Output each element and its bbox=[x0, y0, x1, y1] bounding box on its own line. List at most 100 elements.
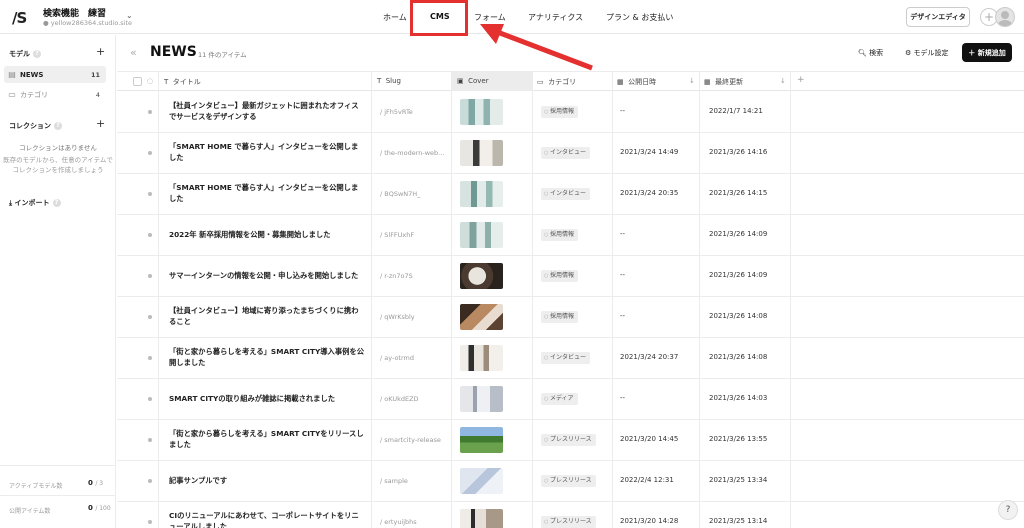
item-count: 11 件のアイテム bbox=[198, 51, 247, 59]
row-published: 2022/2/4 12:31 bbox=[620, 476, 674, 484]
category-tag: インタビュー bbox=[541, 352, 590, 364]
column-title[interactable]: T タイトル bbox=[164, 77, 201, 87]
row-title[interactable]: 「SMART HOME で暮らす人」インタビューを公開しました bbox=[169, 141, 365, 163]
cover-thumbnail[interactable] bbox=[460, 427, 503, 453]
category-tag: 採用情報 bbox=[541, 270, 578, 282]
table-row[interactable]: 2022年 新卒採用情報を公開・募集開始しました / SlFFUxhF 採用情報… bbox=[117, 215, 1024, 256]
row-slug: / SlFFUxhF bbox=[380, 231, 415, 239]
table-row[interactable]: 【社員インタビュー】地域に寄り添ったまちづくりに携わること / qWrKsbly… bbox=[117, 297, 1024, 338]
cover-thumbnail[interactable] bbox=[460, 263, 503, 289]
model-settings-button[interactable]: ⚙ モデル設定 bbox=[905, 48, 949, 58]
cover-thumbnail[interactable] bbox=[460, 386, 503, 412]
row-title[interactable]: サマーインターンの情報を公開・申し込みを開始しました bbox=[169, 270, 365, 281]
row-title[interactable]: 【社員インタビュー】地域に寄り添ったまちづくりに携わること bbox=[169, 305, 365, 327]
search-button[interactable]: 🔍︎ 検索 bbox=[858, 48, 883, 58]
add-item-button[interactable]: ＋ 新規追加 bbox=[962, 43, 1012, 62]
column-cover[interactable]: ▣ Cover bbox=[451, 72, 532, 91]
table-row[interactable]: 「街と家から暮らしを考える」SMART CITY導入事例を公開しました / ay… bbox=[117, 338, 1024, 379]
row-published: -- bbox=[620, 230, 626, 238]
column-category-label: カテゴリ bbox=[548, 78, 577, 86]
table-row[interactable]: 「街と家から暮らしを考える」SMART CITYをリリースしました / smar… bbox=[117, 420, 1024, 461]
row-slug: / oKUkdEZD bbox=[380, 395, 419, 403]
row-title[interactable]: SMART CITYの取り組みが雑誌に掲載されました bbox=[169, 393, 365, 404]
select-all-checkbox[interactable] bbox=[133, 77, 142, 86]
column-updated-label: 最終更新 bbox=[715, 78, 744, 86]
public-items-count: 0 bbox=[88, 504, 93, 512]
row-title[interactable]: 「街と家から暮らしを考える」SMART CITY導入事例を公開しました bbox=[169, 346, 365, 368]
status-dot bbox=[148, 233, 152, 237]
table-row[interactable]: 【社員インタビュー】最新ガジェットに囲まれたオフィスでサービスをデザインする /… bbox=[117, 92, 1024, 133]
chevron-down-icon[interactable]: ⌄ bbox=[126, 11, 133, 20]
help-icon[interactable]: ? bbox=[33, 50, 41, 58]
cover-thumbnail[interactable] bbox=[460, 304, 503, 330]
add-column-icon[interactable]: + bbox=[797, 75, 805, 85]
row-published: 2021/3/24 20:35 bbox=[620, 189, 679, 197]
row-title[interactable]: 記事サンプルです bbox=[169, 475, 365, 486]
text-type-icon: T bbox=[164, 78, 169, 86]
table-row[interactable]: CIのリニューアルにあわせて、コーポレートサイトをリニューアルしました / er… bbox=[117, 502, 1024, 528]
sort-down-icon[interactable]: ↓ bbox=[689, 77, 695, 85]
nav-plan[interactable]: プラン & お支払い bbox=[606, 12, 673, 23]
add-model-button[interactable]: + bbox=[96, 45, 105, 58]
sort-down-icon[interactable]: ↓ bbox=[780, 77, 786, 85]
avatar[interactable] bbox=[995, 7, 1015, 27]
cover-thumbnail[interactable] bbox=[460, 222, 503, 248]
add-collection-button[interactable]: + bbox=[96, 117, 105, 130]
row-title[interactable]: 「街と家から暮らしを考える」SMART CITYをリリースしました bbox=[169, 428, 365, 450]
nav-home[interactable]: ホーム bbox=[383, 12, 407, 23]
row-title[interactable]: 2022年 新卒採用情報を公開・募集開始しました bbox=[169, 229, 365, 240]
row-updated: 2021/3/26 14:08 bbox=[709, 312, 768, 320]
image-type-icon: ▣ bbox=[457, 77, 464, 85]
column-published[interactable]: ▦ 公開日時 bbox=[617, 77, 656, 87]
calendar-icon: ▦ bbox=[704, 78, 711, 86]
row-slug: / qWrKsbly bbox=[380, 313, 415, 321]
table-row[interactable]: 記事サンプルです / sample プレスリリース 2022/2/4 12:31… bbox=[117, 461, 1024, 502]
table-row[interactable]: SMART CITYの取り組みが雑誌に掲載されました / oKUkdEZD メデ… bbox=[117, 379, 1024, 420]
category-tag: 採用情報 bbox=[541, 311, 578, 323]
help-icon[interactable]: ? bbox=[54, 122, 62, 130]
row-title[interactable]: 【社員インタビュー】最新ガジェットに囲まれたオフィスでサービスをデザインする bbox=[169, 100, 365, 122]
sidebar-item-news[interactable]: ▤ NEWS 11 bbox=[4, 66, 106, 83]
row-title[interactable]: 「SMART HOME で暮らす人」インタビューを公開しました bbox=[169, 182, 365, 204]
column-slug[interactable]: T Slug bbox=[377, 77, 401, 85]
help-button[interactable]: ? bbox=[998, 500, 1018, 520]
row-updated: 2021/3/26 14:15 bbox=[709, 189, 768, 197]
column-cover-label: Cover bbox=[468, 77, 489, 85]
status-column-icon: ○ bbox=[147, 77, 154, 85]
cover-thumbnail[interactable] bbox=[460, 99, 503, 125]
row-title[interactable]: CIのリニューアルにあわせて、コーポレートサイトをリニューアルしました bbox=[169, 510, 365, 528]
table-row[interactable]: 「SMART HOME で暮らす人」インタビューを公開しました / the-mo… bbox=[117, 133, 1024, 174]
row-updated: 2022/1/7 14:21 bbox=[709, 107, 763, 115]
table-row[interactable]: 「SMART HOME で暮らす人」インタビューを公開しました / BQSwN7… bbox=[117, 174, 1024, 215]
table-row[interactable]: サマーインターンの情報を公開・申し込みを開始しました / r-zn7o7S 採用… bbox=[117, 256, 1024, 297]
cover-thumbnail[interactable] bbox=[460, 140, 503, 166]
import-link[interactable]: ⤓ インポート? bbox=[9, 198, 61, 208]
category-tag: 採用情報 bbox=[541, 229, 578, 241]
row-updated: 2021/3/25 13:34 bbox=[709, 476, 768, 484]
table-header: ○ T タイトル T Slug ▣ Cover ▭ カテゴリ ▦ 公開日時 ↓ … bbox=[117, 71, 1024, 91]
cover-thumbnail[interactable] bbox=[460, 509, 503, 528]
studio-logo[interactable]: /S bbox=[12, 9, 27, 27]
row-published: 2021/3/20 14:45 bbox=[620, 435, 679, 443]
sidebar-item-category[interactable]: ▭ カテゴリ 4 bbox=[4, 86, 106, 103]
cover-thumbnail[interactable] bbox=[460, 181, 503, 207]
help-icon[interactable]: ? bbox=[52, 199, 61, 207]
column-updated[interactable]: ▦ 最終更新 bbox=[704, 77, 743, 87]
sidebar-item-count: 4 bbox=[95, 90, 100, 99]
project-url-text: yellow286364.studio.site bbox=[50, 19, 133, 27]
column-category[interactable]: ▭ カテゴリ bbox=[537, 77, 576, 87]
category-tag: インタビュー bbox=[541, 188, 590, 200]
row-slug: / smartcity-release bbox=[380, 436, 441, 444]
divider bbox=[0, 465, 116, 466]
row-published: 2021/3/24 20:37 bbox=[620, 353, 679, 361]
row-slug: / BQSwN7H_ bbox=[380, 190, 421, 198]
category-tag: プレスリリース bbox=[541, 434, 596, 446]
design-editor-button[interactable]: デザインエディタ bbox=[906, 7, 970, 27]
cover-thumbnail[interactable] bbox=[460, 468, 503, 494]
collapse-sidebar-icon[interactable]: « bbox=[130, 46, 137, 59]
row-updated: 2021/3/26 14:08 bbox=[709, 353, 768, 361]
status-dot bbox=[148, 192, 152, 196]
cover-thumbnail[interactable] bbox=[460, 345, 503, 371]
project-name[interactable]: 検索機能 練習 bbox=[43, 6, 106, 19]
column-slug-label: Slug bbox=[385, 77, 402, 85]
